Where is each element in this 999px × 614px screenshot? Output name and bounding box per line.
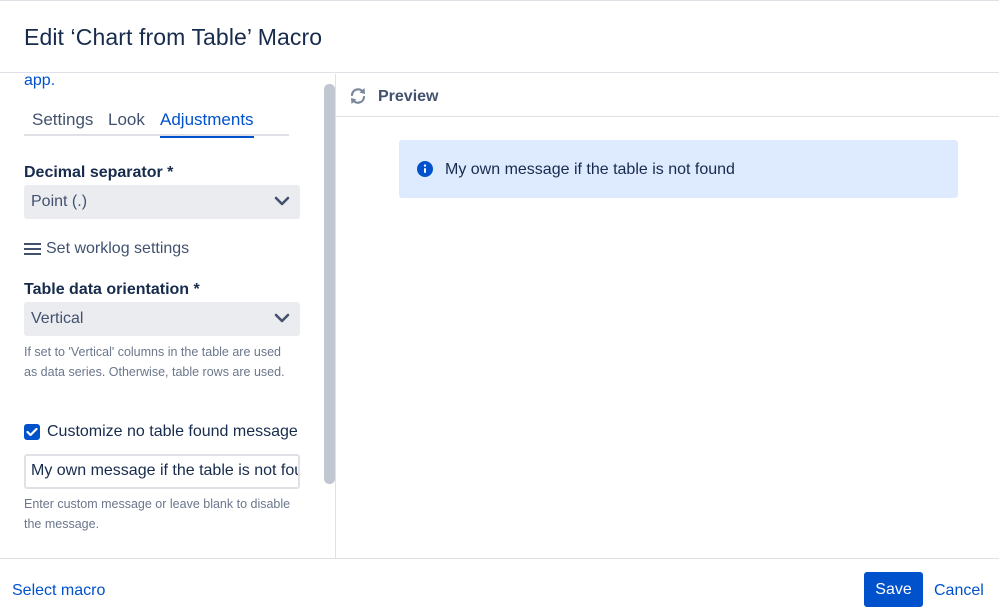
- preview-panel: Preview My own message if the table is n…: [336, 74, 999, 558]
- orientation-select[interactable]: Vertical: [24, 302, 300, 336]
- info-message-text: My own message if the table is not found: [445, 161, 735, 178]
- checkbox-checked[interactable]: [24, 424, 40, 440]
- tab-look[interactable]: Look: [108, 110, 145, 136]
- settings-panel: app. Settings Look Adjustments Decimal s…: [0, 74, 335, 557]
- decimal-separator-label: Decimal separator *: [24, 164, 174, 181]
- preview-title: Preview: [378, 88, 439, 105]
- settings-scrollbar[interactable]: [324, 84, 335, 484]
- custom-message-help-text: Enter custom message or leave blank to d…: [24, 497, 291, 531]
- macro-editor-dialog: Edit ‘Chart from Table’ Macro app. Setti…: [0, 0, 999, 614]
- chevron-down-icon: [274, 196, 290, 206]
- custom-message-input[interactable]: [31, 462, 298, 480]
- settings-tabs: Settings Look Adjustments: [24, 110, 289, 138]
- tab-settings[interactable]: Settings: [32, 110, 93, 136]
- customize-message-label: Customize no table found message: [47, 423, 298, 440]
- refresh-icon[interactable]: [348, 86, 368, 106]
- dialog-header: Edit ‘Chart from Table’ Macro: [0, 1, 999, 73]
- worklog-settings-label: Set worklog settings: [46, 240, 190, 257]
- tab-adjustments[interactable]: Adjustments: [160, 110, 254, 138]
- description-link-text[interactable]: app.: [24, 74, 55, 90]
- orientation-value: Vertical: [31, 310, 84, 327]
- custom-message-field[interactable]: [24, 454, 300, 489]
- menu-icon: [24, 243, 41, 255]
- preview-toolbar: Preview: [336, 74, 999, 117]
- dialog-footer: Select macro Save Cancel: [0, 558, 999, 614]
- info-icon: [417, 161, 433, 177]
- decimal-separator-value: Point (.): [31, 193, 88, 210]
- decimal-separator-select[interactable]: Point (.): [24, 185, 300, 219]
- customize-message-checkbox[interactable]: Customize no table found message: [24, 423, 314, 446]
- orientation-help-text: If set to 'Vertical' columns in the tabl…: [24, 345, 285, 379]
- save-button[interactable]: Save: [864, 572, 923, 607]
- info-message-box: My own message if the table is not found: [399, 140, 958, 198]
- select-macro-link[interactable]: Select macro: [12, 582, 105, 600]
- chevron-down-icon: [274, 313, 290, 323]
- dialog-title: Edit ‘Chart from Table’ Macro: [24, 24, 323, 50]
- checkmark-icon: [26, 427, 38, 437]
- orientation-label: Table data orientation *: [24, 281, 200, 298]
- cancel-link[interactable]: Cancel: [934, 582, 984, 600]
